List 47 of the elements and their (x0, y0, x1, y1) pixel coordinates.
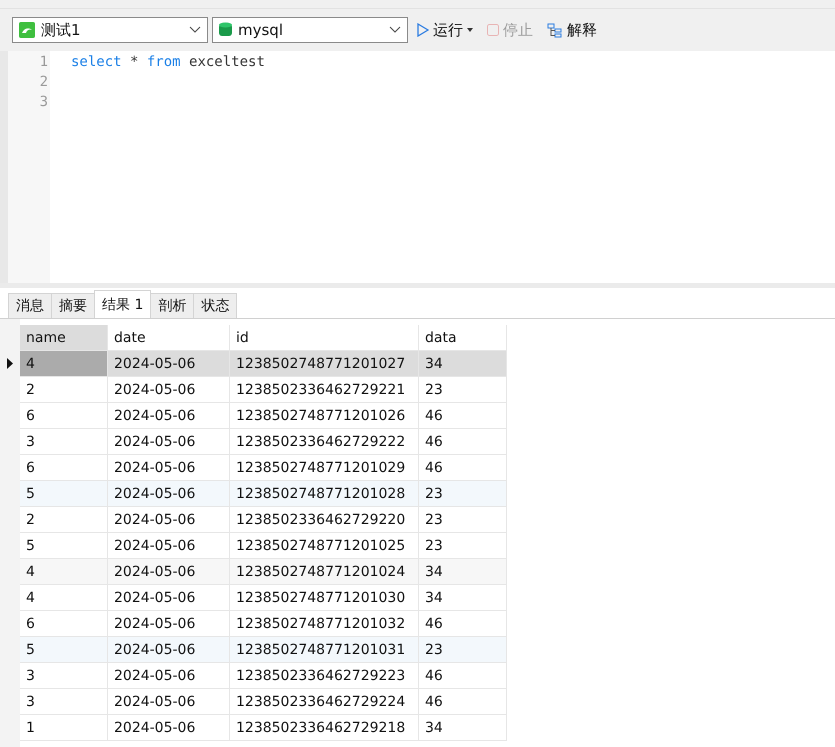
table-row[interactable]: 2 2024-05-06 1238502336462729221 23 (20, 376, 506, 402)
table-row[interactable]: 1 2024-05-06 1238502336462729218 34 (20, 714, 506, 740)
result-tab[interactable]: 状态 (193, 293, 238, 318)
sql-keyword: from (146, 54, 181, 72)
play-icon (417, 23, 429, 37)
database-name: mysql (238, 21, 283, 39)
table-row[interactable]: 5 2024-05-06 1238502748771201031 23 (20, 636, 506, 662)
database-icon (219, 22, 232, 38)
line-number: 3 (38, 94, 49, 112)
column-header[interactable]: date (108, 325, 230, 350)
stop-icon (487, 24, 499, 36)
run-button[interactable]: 运行 (412, 17, 478, 43)
sql-keyword: select (71, 54, 122, 72)
table-cell: 34 (418, 714, 506, 740)
sql-text: exceltest (188, 54, 265, 72)
table-row[interactable]: 4 2024-05-06 1238502748771201024 34 (20, 558, 506, 584)
row-pointer-icon (7, 358, 13, 369)
explain-button[interactable]: 解释 (542, 17, 602, 43)
result-tab[interactable]: 摘要 (51, 293, 95, 318)
table-row[interactable]: 5 2024-05-06 1238502748771201028 23 (20, 480, 506, 506)
table-row[interactable]: 6 2024-05-06 1238502748771201029 46 (20, 454, 506, 480)
table-row[interactable]: 2 2024-05-06 1238502336462729220 23 (20, 506, 506, 532)
connection-name: 测试1 (41, 20, 81, 40)
result-tab[interactable]: 消息 (8, 293, 52, 318)
table-row[interactable]: 6 2024-05-06 1238502748771201032 46 (20, 610, 506, 636)
table-cell: 1 (20, 714, 108, 740)
column-header[interactable]: data (418, 325, 506, 350)
tree-diagram-icon (547, 22, 563, 38)
table-cell: 1238502336462729218 (230, 714, 418, 740)
table-row[interactable]: 3 2024-05-06 1238502336462729223 46 (20, 662, 506, 688)
column-header[interactable]: name (20, 325, 108, 350)
table-cell: 2024-05-06 (108, 714, 230, 740)
chevron-down-icon (189, 26, 201, 34)
table-row[interactable]: 6 2024-05-06 1238502748771201026 46 (20, 402, 506, 428)
line-number: 1 (38, 54, 49, 72)
chevron-down-icon (389, 26, 401, 34)
table-row[interactable]: 3 2024-05-06 1238502336462729224 46 (20, 688, 506, 714)
caret-icon (467, 28, 473, 32)
table-row[interactable]: 3 2024-05-06 1238502336462729222 46 (20, 428, 506, 454)
connection-select[interactable]: 测试1 (12, 17, 208, 43)
line-number: 2 (38, 74, 49, 92)
table-row[interactable]: 5 2024-05-06 1238502748771201025 23 (20, 532, 506, 558)
sql-text: * (129, 54, 140, 72)
column-header[interactable]: id (230, 325, 418, 350)
result-tab[interactable]: 剖析 (150, 293, 194, 318)
database-select[interactable]: mysql (212, 17, 408, 43)
table-row[interactable]: 4 2024-05-06 1238502748771201030 34 (20, 584, 506, 610)
